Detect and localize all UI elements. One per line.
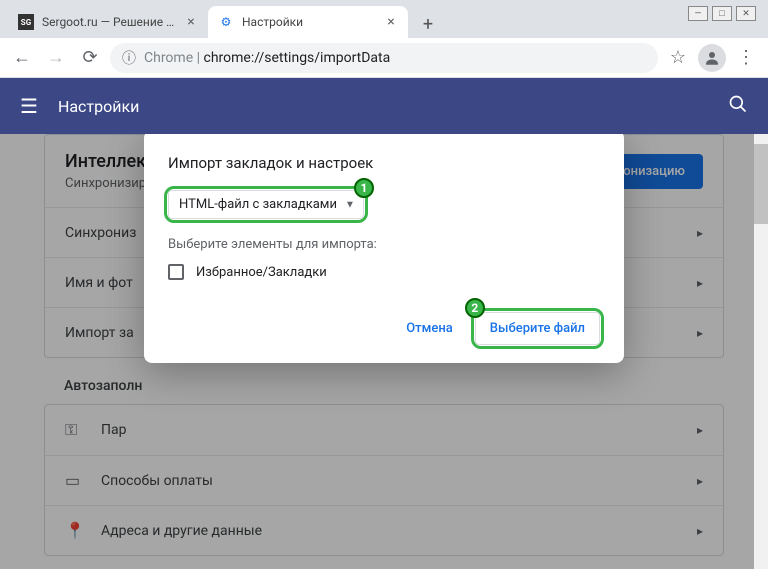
settings-content: Интеллектуальные функции Google в Chrome…	[0, 134, 768, 569]
gear-icon: ⚙	[218, 14, 234, 30]
annotation-badge-2: 2	[465, 298, 485, 318]
scrollbar-track[interactable]	[754, 134, 768, 569]
select-value: HTML-файл с закладками	[179, 197, 337, 212]
import-dialog: Импорт закладок и настроек HTML-файл с з…	[144, 134, 624, 363]
tab-sergoot[interactable]: SG Sergoot.ru — Решение ваших п… ×	[8, 6, 208, 38]
browser-toolbar: ← → ⟳ ⓘ Chrome | chrome://settings/impor…	[0, 38, 768, 78]
profile-avatar[interactable]	[698, 44, 726, 72]
settings-app-bar: ☰ Настройки	[0, 78, 768, 134]
back-button[interactable]: ←	[8, 44, 36, 72]
forward-button[interactable]: →	[42, 44, 70, 72]
dialog-actions: Отмена Выберите файл 2	[168, 312, 600, 345]
scrollbar-thumb[interactable]	[754, 144, 768, 224]
checkbox-icon[interactable]	[168, 264, 184, 280]
tab-strip: SG Sergoot.ru — Решение ваших п… × ⚙ Нас…	[0, 0, 768, 38]
reload-button[interactable]: ⟳	[76, 44, 104, 72]
window-controls: — □ ✕	[688, 6, 756, 21]
new-tab-button[interactable]: +	[414, 10, 442, 38]
url-text: Chrome | chrome://settings/importData	[144, 50, 390, 66]
dialog-title: Импорт закладок и настроек	[168, 154, 600, 172]
checkbox-label: Избранное/Закладки	[196, 265, 327, 280]
choose-file-highlight: Выберите файл 2	[475, 312, 600, 345]
tab-title: Настройки	[242, 15, 376, 29]
choose-file-button[interactable]: Выберите файл	[475, 312, 600, 345]
search-icon[interactable]	[728, 94, 748, 119]
bookmark-star-icon[interactable]: ☆	[664, 44, 692, 72]
annotation-badge-1: 1	[354, 178, 374, 198]
maximize-button[interactable]: □	[712, 6, 732, 21]
tab-settings[interactable]: ⚙ Настройки ×	[208, 6, 408, 38]
site-info-icon: ⓘ	[122, 48, 136, 68]
tab-title: Sergoot.ru — Решение ваших п…	[42, 15, 176, 29]
address-bar[interactable]: ⓘ Chrome | chrome://settings/importData	[110, 43, 658, 73]
page-title: Настройки	[58, 97, 708, 116]
close-window-button[interactable]: ✕	[736, 6, 756, 21]
close-icon[interactable]: ×	[384, 15, 398, 29]
bookmarks-checkbox-row[interactable]: Избранное/Закладки	[168, 264, 600, 280]
cancel-button[interactable]: Отмена	[394, 313, 465, 344]
modal-overlay: Импорт закладок и настроек HTML-файл с з…	[0, 134, 768, 569]
import-source-select[interactable]: HTML-файл с закладками ▼	[168, 190, 364, 219]
hamburger-icon[interactable]: ☰	[20, 94, 38, 118]
favicon-icon: SG	[18, 14, 34, 30]
chevron-down-icon: ▼	[345, 199, 355, 210]
minimize-button[interactable]: —	[688, 6, 708, 21]
menu-button[interactable]: ⋮	[732, 44, 760, 72]
close-icon[interactable]: ×	[184, 15, 198, 29]
source-select-highlight: HTML-файл с закладками ▼ 1	[168, 190, 364, 219]
dialog-subheading: Выберите элементы для импорта:	[168, 237, 600, 252]
